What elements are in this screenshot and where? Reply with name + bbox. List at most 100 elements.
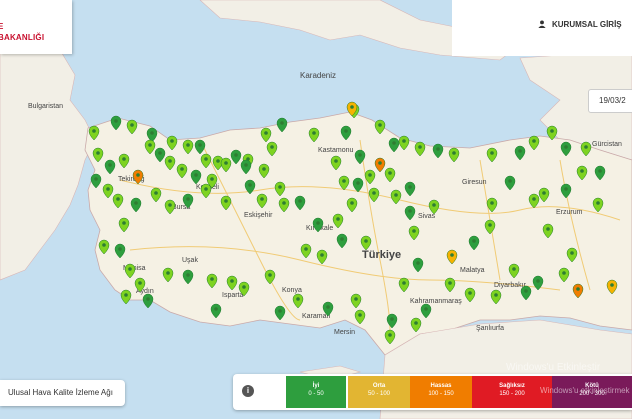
- station-marker-good-dot: [532, 197, 536, 201]
- legend-item-range: 150 - 200: [499, 391, 525, 397]
- label-bulgaristan: Bulgaristan: [28, 103, 63, 110]
- station-marker-good-dot: [388, 333, 392, 337]
- station-marker-good-dot: [224, 161, 228, 165]
- station-marker-good-dot: [96, 151, 100, 155]
- station-marker-good-dot: [518, 149, 522, 153]
- station-marker-good-dot: [584, 145, 588, 149]
- station-marker-good-dot: [542, 191, 546, 195]
- station-marker-good-dot: [394, 193, 398, 197]
- station-marker-good-dot: [150, 131, 154, 135]
- station-marker-good-dot: [536, 279, 540, 283]
- station-marker-good-dot: [508, 179, 512, 183]
- map-canvas[interactable]: Karadeniz Bulgaristan Gürcistan Türkiye …: [0, 0, 632, 419]
- station-marker-good-dot: [550, 129, 554, 133]
- label-isparta: Isparta: [222, 292, 244, 299]
- label-diyarbakir: Diyarbakır: [494, 282, 527, 289]
- label-gurcistan: Gürcistan: [592, 141, 622, 148]
- station-marker-good-dot: [448, 281, 452, 285]
- station-marker-good-dot: [146, 297, 150, 301]
- station-marker-good-dot: [364, 239, 368, 243]
- station-marker-good-dot: [230, 279, 234, 283]
- station-marker-good-dot: [278, 309, 282, 313]
- station-marker-good-dot: [268, 273, 272, 277]
- station-marker-good-dot: [204, 187, 208, 191]
- station-marker-moderate-dot: [450, 253, 454, 257]
- station-marker-good-dot: [204, 157, 208, 161]
- legend-item-name: Orta: [372, 383, 386, 389]
- station-marker-good-dot: [108, 163, 112, 167]
- corporate-login-link[interactable]: KURUMSAL GİRİŞ: [538, 20, 622, 29]
- station-marker-good-dot: [358, 313, 362, 317]
- station-marker-good-dot: [262, 167, 266, 171]
- station-marker-good-dot: [214, 307, 218, 311]
- station-marker-good-dot: [92, 129, 96, 133]
- station-marker-good-dot: [116, 197, 120, 201]
- station-marker-good-dot: [280, 121, 284, 125]
- station-marker-good-dot: [270, 145, 274, 149]
- top-bar: KURUMSAL GİRİŞ: [452, 0, 632, 56]
- label-mersin: Mersin: [334, 329, 355, 336]
- station-marker-good-dot: [224, 199, 228, 203]
- station-marker-good-dot: [402, 139, 406, 143]
- windows-watermark-sub: Windows'u etkinleştirmek: [540, 386, 630, 395]
- login-label: KURUMSAL GİRİŞ: [552, 20, 622, 29]
- network-selector[interactable]: Ulusal Hava Kalite İzleme Ağı: [0, 380, 125, 406]
- station-marker-good-dot: [216, 159, 220, 163]
- legend-item-name: İyi: [312, 383, 320, 389]
- station-marker-sensitive-dot: [136, 173, 140, 177]
- legend-item-range: 100 - 150: [428, 391, 454, 397]
- station-marker-good-dot: [336, 217, 340, 221]
- station-marker-good-dot: [416, 261, 420, 265]
- date-picker[interactable]: 19/03/2: [588, 89, 632, 113]
- station-marker-good-dot: [334, 159, 338, 163]
- station-marker-good-dot: [248, 183, 252, 187]
- legend-item-range: 0 - 50: [308, 391, 324, 397]
- station-marker-good-dot: [580, 169, 584, 173]
- station-marker-good-dot: [304, 247, 308, 251]
- label-sanliurfa: Şanlıurfa: [476, 325, 504, 332]
- station-marker-good-dot: [388, 171, 392, 175]
- station-marker-good-dot: [354, 297, 358, 301]
- station-marker-good-dot: [242, 285, 246, 289]
- station-marker-good-dot: [166, 271, 170, 275]
- station-marker-good-dot: [154, 191, 158, 195]
- station-marker-good-dot: [344, 129, 348, 133]
- station-marker-good-dot: [316, 221, 320, 225]
- station-marker-good-dot: [134, 201, 138, 205]
- windows-watermark: Windows'u Etkinleştir: [506, 362, 601, 373]
- station-marker-good-dot: [244, 163, 248, 167]
- info-icon[interactable]: i: [242, 385, 254, 397]
- station-marker-good[interactable]: [120, 289, 132, 305]
- label-eskisehir: Eskişehir: [244, 212, 273, 219]
- label-giresun: Giresun: [462, 179, 487, 186]
- station-marker-good-dot: [356, 181, 360, 185]
- station-marker-good-dot: [168, 203, 172, 207]
- station-marker-good-dot: [408, 209, 412, 213]
- station-marker-good-dot: [122, 157, 126, 161]
- station-marker-good-dot: [452, 151, 456, 155]
- station-marker-good-dot: [570, 251, 574, 255]
- station-marker-good-dot: [194, 173, 198, 177]
- station-marker-good[interactable]: [142, 293, 154, 309]
- station-marker-good-dot: [402, 281, 406, 285]
- station-marker-good-dot: [210, 277, 214, 281]
- station-marker-good-dot: [350, 201, 354, 205]
- logo-line1: E: [0, 22, 4, 31]
- station-marker-good-dot: [412, 229, 416, 233]
- user-icon: [538, 20, 546, 28]
- station-marker-good-dot: [372, 191, 376, 195]
- station-marker-good-dot: [148, 143, 152, 147]
- network-label: Ulusal Hava Kalite İzleme Ağı: [8, 388, 113, 397]
- label-malatya: Malatya: [460, 267, 485, 274]
- ministry-logo[interactable]: E BAKANLIĞI: [0, 0, 72, 54]
- station-marker-good-dot: [312, 131, 316, 135]
- station-marker-good-dot: [128, 267, 132, 271]
- station-marker-good-dot: [320, 253, 324, 257]
- station-marker-good-dot: [598, 169, 602, 173]
- station-marker-good-dot: [532, 139, 536, 143]
- legend-item-range: 50 - 100: [367, 391, 391, 397]
- station-marker-sensitive-dot: [576, 287, 580, 291]
- station-marker-good-dot: [562, 271, 566, 275]
- label-kahramanmaras: Kahramanmaraş: [410, 298, 462, 305]
- legend-item-1: Orta 50 - 100: [348, 376, 410, 408]
